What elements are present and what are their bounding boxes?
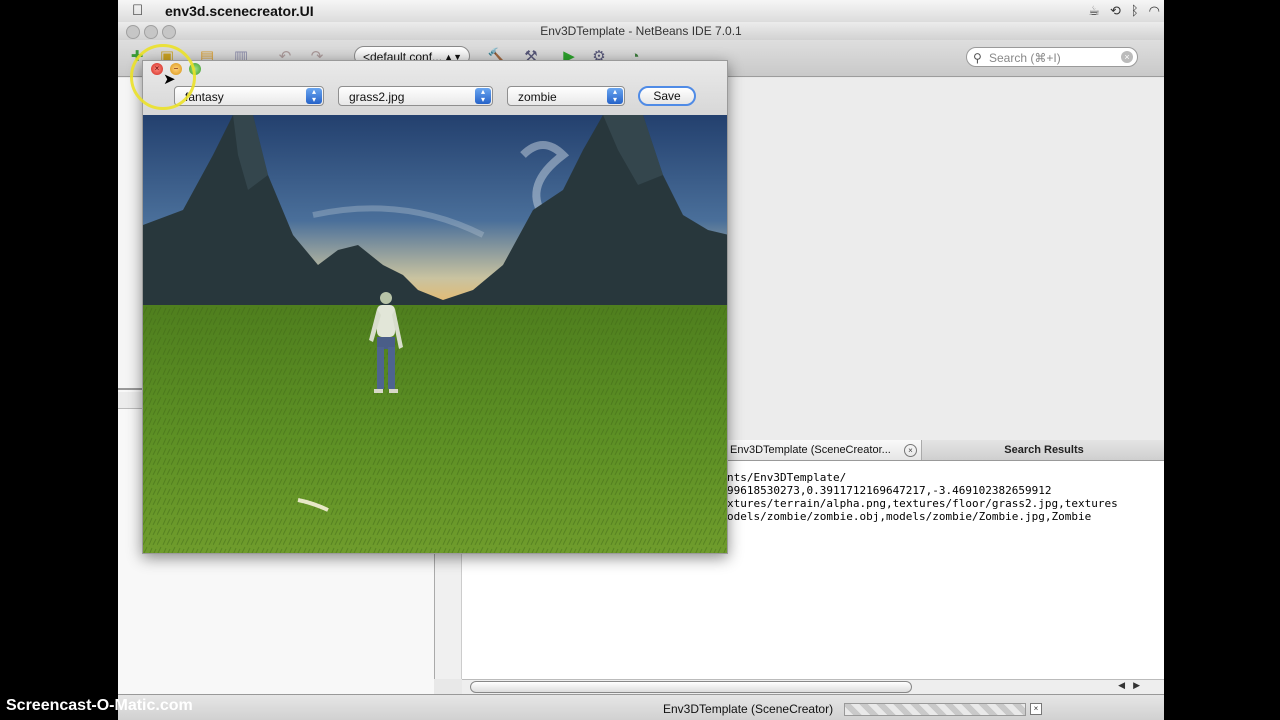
bluetooth-icon[interactable]: ᛒ [1131,3,1139,19]
clear-search-icon[interactable]: × [1121,51,1133,63]
model-dropdown-value: zombie [518,90,557,104]
output-line: nts/Env3DTemplate/ [727,471,847,484]
system-tray: ☕ ⟲ ᛒ ◠ [1088,3,1160,19]
output-line: 99618530273,0.3911712169647217,-3.469102… [727,484,1052,497]
output-line: xtures/terrain/alpha.png,textures/floor/… [727,497,1118,510]
wifi-icon[interactable]: ◠ [1149,3,1160,19]
projects-pane[interactable] [118,78,145,388]
scene-creator-window[interactable]: × − fantasy ▴ ▾ grass2.jpg ▴ ▾ zombie ▴ ▾ S… [142,60,728,554]
chevron-updown-icon: ▴ ▾ [306,88,322,104]
app-name[interactable]: env3d.scenecreator.UI [165,3,314,19]
scene-creator-toolbar: × − fantasy ▴ ▾ grass2.jpg ▴ ▾ zombie ▴ ▾ S… [143,61,727,115]
time-machine-icon[interactable]: ⟲ [1110,3,1121,19]
scroll-arrows-icon[interactable]: ◀▶ [1118,680,1148,691]
scrollbar-thumb[interactable] [470,681,912,693]
coffee-icon[interactable]: ☕ [1088,3,1100,19]
apple-icon[interactable]:  [132,2,143,19]
mac-menubar:  env3d.scenecreator.UI ☕ ⟲ ᛒ ◠ [118,0,1164,23]
cancel-progress-icon[interactable]: × [1030,703,1042,715]
model-dropdown[interactable]: zombie ▴ ▾ [507,86,625,106]
search-placeholder: Search (⌘+I) [989,51,1061,65]
ide-window-title: Env3DTemplate - NetBeans IDE 7.0.1 [540,24,742,38]
status-project: Env3DTemplate (SceneCreator) [663,702,834,716]
close-icon[interactable]: × [904,444,917,457]
tab-label: Env3DTemplate (SceneCreator... [730,444,891,456]
mouse-cursor-icon: ➤ [163,71,176,88]
status-bar: Env3DTemplate (SceneCreator) × [118,694,1164,720]
search-icon: ⚲ [973,51,982,65]
floor-texture-dropdown[interactable]: grass2.jpg ▴ ▾ [338,86,493,106]
tab-scenecreator-output[interactable]: Env3DTemplate (SceneCreator... × [724,440,922,460]
ide-titlebar: Env3DTemplate - NetBeans IDE 7.0.1 [118,22,1164,40]
watermark: Screencast-O-Matic.com [6,697,193,714]
floor-texture-dropdown-value: grass2.jpg [349,90,405,104]
scene-render [143,115,727,553]
build-progress-bar [844,703,1026,716]
search-input[interactable]: ⚲ Search (⌘+I) × [966,47,1138,67]
tab-search-results[interactable]: Search Results [924,440,1164,460]
chevron-updown-icon: ▴ ▾ [607,88,623,104]
output-horizontal-scrollbar[interactable]: ◀▶ [462,679,1164,694]
save-button[interactable]: Save [638,86,696,106]
chevron-updown-icon: ▴ ▾ [475,88,491,104]
theme-dropdown[interactable]: fantasy ▴ ▾ [174,86,324,106]
output-line: odels/zombie/zombie.obj,models/zombie/Zo… [727,510,1092,523]
grass-texture [143,305,727,553]
3d-viewport[interactable] [143,115,727,553]
